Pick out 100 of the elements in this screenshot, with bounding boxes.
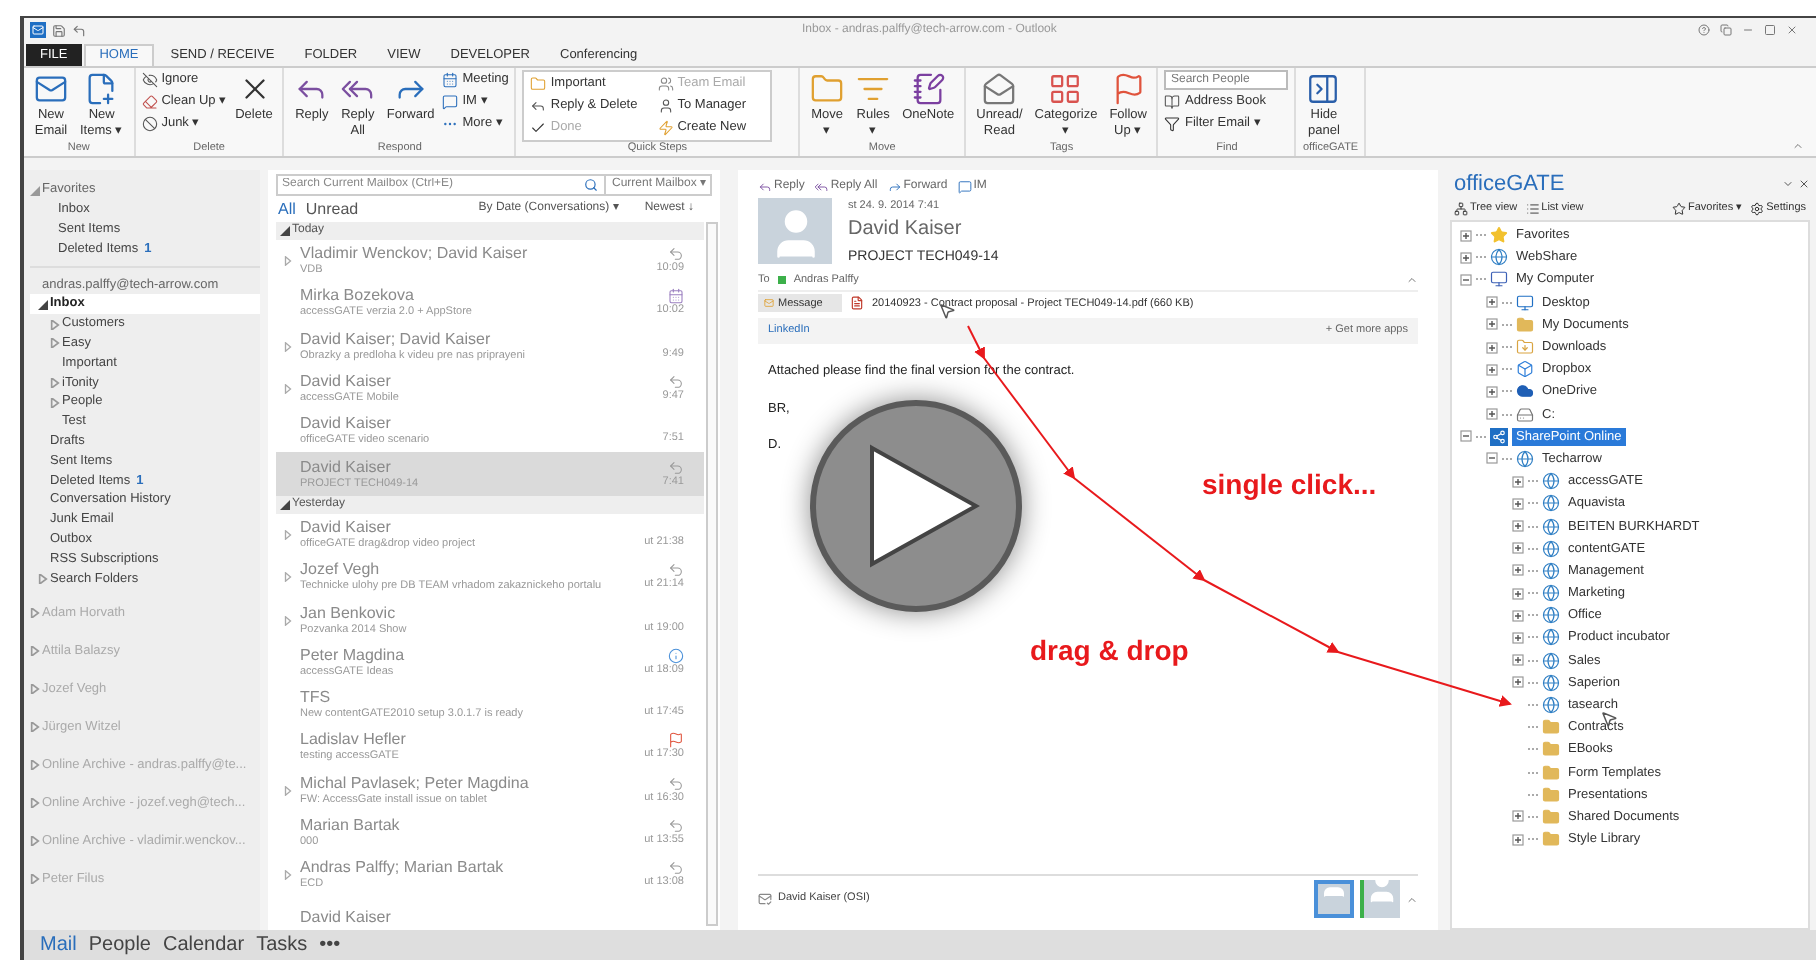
expand-arrow-icon[interactable]	[284, 870, 292, 881]
filter-tab[interactable]: Unread	[305, 197, 359, 221]
collapse-arrow-icon[interactable]	[38, 299, 48, 310]
folder-icon	[530, 76, 547, 93]
avatar-placeholder	[1314, 880, 1354, 918]
maximize-icon[interactable]	[1764, 24, 1776, 36]
expand-arrow-icon[interactable]	[30, 836, 40, 847]
sender-name: Ladislav Hefler	[300, 730, 408, 750]
expand-box-icon[interactable]	[1512, 631, 1524, 644]
expand-arrow-icon[interactable]	[50, 319, 60, 330]
globe-icon	[1542, 606, 1560, 625]
annotation-text: drag & drop	[1030, 632, 1189, 670]
expand-arrow-icon[interactable]	[30, 608, 40, 619]
expand-box-icon[interactable]	[1512, 654, 1524, 667]
expand-box-icon[interactable]	[1512, 542, 1524, 555]
expand-arrow-icon[interactable]	[284, 341, 292, 352]
collapse-box-icon[interactable]	[1460, 430, 1472, 443]
expand-arrow-icon[interactable]	[50, 377, 60, 388]
collapse-box-icon[interactable]	[1486, 452, 1498, 465]
close-icon[interactable]	[1786, 24, 1798, 36]
reply-all-icon	[814, 179, 829, 193]
expand-arrow-icon[interactable]	[284, 785, 292, 796]
nav-item[interactable]: Mail	[40, 933, 77, 957]
avatar-placeholder	[1360, 880, 1400, 918]
collapse-box-icon[interactable]	[1460, 273, 1472, 286]
collapse-ribbon-icon[interactable]	[1792, 140, 1804, 152]
box-icon	[1516, 360, 1534, 379]
search-icon[interactable]	[583, 178, 598, 192]
expand-box-icon[interactable]	[1512, 587, 1524, 600]
close-icon[interactable]	[1798, 178, 1810, 190]
expand-box-icon[interactable]	[1512, 609, 1524, 622]
nav-item[interactable]: •••	[319, 933, 341, 957]
expand-arrow-icon[interactable]	[50, 338, 60, 349]
collapse-arrow-icon[interactable]	[280, 226, 290, 236]
sender-name: David Kaiser	[300, 517, 393, 538]
sender-name: Marian Bartak	[300, 816, 402, 836]
sender-name: David Kaiser	[300, 414, 393, 434]
expand-box-icon[interactable]	[1460, 251, 1472, 264]
expand-box-icon[interactable]	[1486, 385, 1498, 398]
save-icon[interactable]	[52, 23, 66, 37]
expand-box-icon[interactable]	[1512, 520, 1524, 533]
expand-box-icon[interactable]	[1512, 475, 1524, 488]
expand-box-icon[interactable]	[1512, 564, 1524, 577]
help-icon[interactable]	[1698, 24, 1710, 36]
expand-box-icon[interactable]	[1512, 497, 1524, 510]
folder-icon	[1542, 807, 1560, 826]
expand-box-icon[interactable]	[1512, 810, 1524, 823]
expand-box-icon[interactable]	[1512, 676, 1524, 689]
expand-arrow-icon[interactable]	[30, 646, 40, 657]
expand-arrow-icon[interactable]	[284, 384, 292, 395]
expand-box-icon[interactable]	[1512, 833, 1524, 846]
panel-title: officeGATE	[1454, 169, 1565, 200]
expand-box-icon[interactable]	[1486, 408, 1498, 421]
expand-arrow-icon[interactable]	[30, 798, 40, 809]
share-icon	[1490, 427, 1508, 446]
restore-icon[interactable]	[1720, 24, 1732, 36]
people-icon	[657, 76, 674, 93]
expand-arrow-icon[interactable]	[30, 684, 40, 695]
expand-box-icon[interactable]	[1486, 296, 1498, 309]
arrow	[1203, 579, 1340, 653]
chat-icon	[442, 94, 459, 110]
sender-name: David Kaiser	[300, 908, 393, 929]
sender-name: TFS	[300, 688, 333, 708]
sender-name: David Kaiser	[300, 372, 393, 392]
expand-box-icon[interactable]	[1460, 229, 1472, 242]
expand-box-icon[interactable]	[1486, 363, 1498, 376]
globe-icon	[1542, 539, 1560, 558]
globe-icon	[1516, 449, 1534, 468]
avatar-placeholder	[758, 198, 832, 264]
expand-box-icon[interactable]	[1486, 341, 1498, 354]
settings-icon	[1750, 202, 1765, 216]
scrollbar[interactable]	[706, 222, 718, 926]
monitor-icon	[1516, 293, 1534, 312]
expand-arrow-icon[interactable]	[30, 722, 40, 733]
new-item-icon	[84, 72, 119, 106]
minimize-icon[interactable]	[1742, 24, 1754, 36]
expand-icon[interactable]	[1406, 893, 1418, 905]
filter-tab[interactable]: All	[278, 197, 296, 221]
globe-icon	[1542, 584, 1560, 603]
dropdown-icon[interactable]	[1782, 178, 1794, 190]
undo-icon[interactable]	[72, 23, 86, 37]
collapse-arrow-icon[interactable]	[280, 499, 290, 510]
expand-arrow-icon[interactable]	[284, 256, 292, 267]
collapse-icon[interactable]	[1406, 273, 1418, 286]
expand-arrow-icon[interactable]	[284, 615, 292, 626]
reply-icon	[758, 179, 772, 193]
play-icon	[868, 444, 980, 568]
expand-box-icon[interactable]	[1486, 318, 1498, 331]
expand-arrow-icon[interactable]	[284, 572, 292, 583]
nav-item[interactable]: People	[88, 933, 151, 957]
sender-name: Michal Pavlasek; Peter Magdina	[300, 773, 531, 794]
expand-arrow-icon[interactable]	[30, 760, 40, 771]
expand-arrow-icon[interactable]	[30, 874, 40, 885]
expand-arrow-icon[interactable]	[284, 529, 292, 540]
eraser-icon	[141, 94, 158, 110]
nav-item[interactable]: Tasks	[256, 933, 308, 957]
expand-arrow-icon[interactable]	[50, 397, 60, 408]
expand-arrow-icon[interactable]	[38, 573, 48, 584]
folder-icon	[1542, 763, 1560, 782]
nav-item[interactable]: Calendar	[162, 933, 245, 957]
